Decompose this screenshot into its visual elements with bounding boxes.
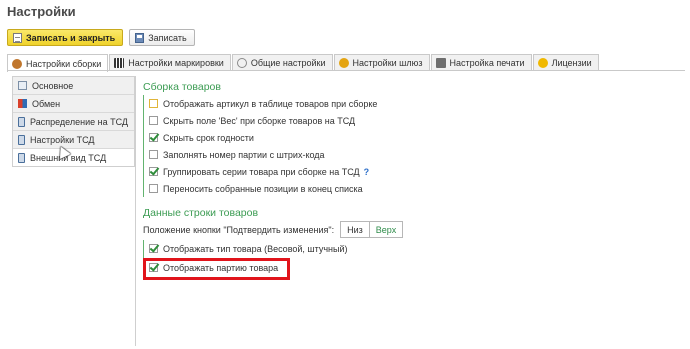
save-and-close-button[interactable]: Записать и закрыть — [7, 29, 124, 46]
checkbox-move-collected[interactable]: Переносить собранные позиции в конец спи… — [149, 182, 363, 195]
sidebar-item-exchange[interactable]: Обмен — [13, 95, 134, 113]
position-bottom-button[interactable]: Низ — [340, 221, 370, 238]
checkbox-box[interactable] — [149, 244, 158, 253]
settings-icon — [236, 58, 247, 68]
checkbox-box[interactable] — [149, 99, 158, 108]
section-title-assembly: Сборка товаров — [143, 81, 221, 93]
checkbox-hide-weight[interactable]: Скрыть поле 'Вес' при сборке товаров на … — [149, 114, 355, 127]
tab-marking-settings[interactable]: Настройки маркировки — [109, 54, 231, 71]
sidebar: Основное Обмен Распределение на ТСД Наст… — [12, 76, 135, 167]
highlight-frame — [143, 258, 290, 280]
sidebar-item-main[interactable]: Основное — [13, 77, 134, 95]
toolbar: Записать и закрыть Записать — [7, 29, 195, 47]
tab-divider — [7, 70, 685, 71]
checkbox-fill-batch[interactable]: Заполнять номер партии с штрих-кода — [149, 148, 325, 161]
checkbox-hide-expiry[interactable]: Скрыть срок годности — [149, 131, 254, 144]
sidebar-item-tsd-appearance[interactable]: Внешний вид ТСД — [13, 149, 134, 167]
confirm-button-position-switch: Низ Верх — [340, 221, 404, 238]
device-icon — [18, 116, 25, 127]
checkbox-show-product-type[interactable]: Отображать тип товара (Весовой, штучный) — [149, 242, 348, 255]
save-button[interactable]: Записать — [129, 29, 195, 46]
floppy-disk-icon — [135, 32, 145, 43]
checkbox-box[interactable] — [149, 133, 158, 142]
tab-bar: Настройки сборки Настройки маркировки Об… — [7, 54, 600, 72]
checkbox-show-article[interactable]: Отображать артикул в таблице товаров при… — [149, 97, 377, 110]
checkbox-box[interactable] — [149, 116, 158, 125]
tab-general-settings[interactable]: Общие настройки — [231, 54, 333, 71]
section-line-assembly — [143, 95, 144, 197]
checkbox-box[interactable] — [149, 184, 158, 193]
device-icon — [18, 134, 25, 145]
section-title-row-data: Данные строки товаров — [143, 207, 259, 219]
document-icon — [13, 32, 22, 43]
confirm-button-position-label: Положение кнопки "Подтвердить изменения"… — [143, 224, 335, 235]
sidebar-item-tsd-settings[interactable]: Настройки ТСД — [13, 131, 134, 149]
tab-licenses[interactable]: Лицензии — [532, 54, 599, 71]
checkbox-box[interactable] — [149, 167, 158, 176]
gear-icon — [12, 58, 22, 69]
tab-print-settings[interactable]: Настройка печати — [430, 54, 532, 71]
help-icon[interactable]: ? — [364, 167, 370, 177]
sidebar-bottom-border — [12, 166, 135, 167]
device-icon — [18, 152, 25, 163]
exchange-icon — [18, 99, 27, 108]
license-icon — [537, 58, 548, 68]
sidebar-divider — [135, 76, 136, 346]
printer-icon — [435, 58, 446, 68]
confirm-button-position-row: Положение кнопки "Подтвердить изменения"… — [143, 221, 404, 238]
qr-code-icon — [114, 58, 125, 68]
checkbox-group-series[interactable]: Группировать серии товара при сборке на … — [149, 165, 369, 178]
page-title: Настройки — [7, 4, 76, 19]
document-icon — [18, 81, 27, 90]
position-top-button[interactable]: Верх — [369, 221, 404, 238]
tab-gateway-settings[interactable]: Настройки шлюз — [333, 54, 430, 71]
gateway-icon — [338, 58, 349, 68]
checkbox-box[interactable] — [149, 150, 158, 159]
sidebar-item-tsd-distribution[interactable]: Распределение на ТСД — [13, 113, 134, 131]
